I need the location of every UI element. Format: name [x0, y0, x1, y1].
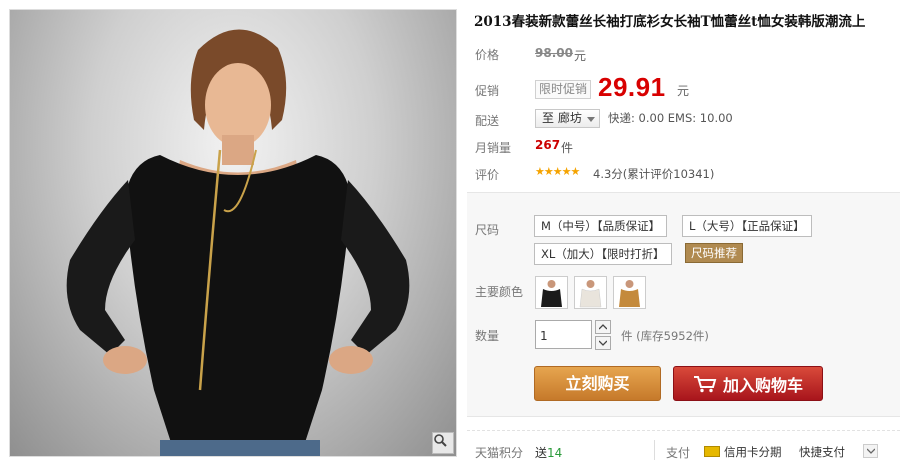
original-price-unit: 元 — [574, 49, 587, 63]
rating-summary-link[interactable]: 4.3分(累计评价10341) — [593, 166, 714, 182]
color-swatch-camel[interactable] — [613, 276, 646, 309]
payment-more-button[interactable] — [863, 444, 878, 458]
size-option-m[interactable]: M（中号）【品质保证】 — [534, 215, 668, 237]
add-to-cart-label: 加入购物车 — [722, 375, 803, 395]
footer-separator — [654, 440, 655, 460]
footer-divider — [467, 430, 900, 431]
original-price: 98.00 — [535, 46, 573, 60]
sales-label: 月销量 — [475, 141, 512, 155]
payment-label: 支付 — [666, 446, 691, 460]
size-option-l[interactable]: L（大号）【正品保证】 — [682, 215, 812, 237]
shipping-fees: 快递: 0.00 EMS: 10.00 — [608, 111, 733, 125]
points-info: 送14 — [535, 446, 563, 460]
promo-price: 29.91 — [598, 72, 666, 102]
product-main-image[interactable] — [9, 9, 457, 457]
quantity-increase-button[interactable] — [595, 320, 611, 334]
size-recommend-button[interactable]: 尺码推荐 — [685, 243, 743, 263]
delivery-location-value: 至 廊坊 — [542, 111, 582, 125]
zoom-icon[interactable] — [432, 432, 454, 454]
add-to-cart-button[interactable]: 加入购物车 — [673, 366, 823, 401]
credit-card-icon — [704, 446, 720, 457]
payment-quick-link[interactable]: 快捷支付 — [799, 444, 845, 460]
promo-label: 促销 — [475, 84, 500, 98]
chevron-down-icon — [866, 448, 875, 454]
model-illustration — [66, 29, 410, 456]
price-label: 价格 — [475, 48, 500, 62]
color-swatch-white[interactable] — [574, 276, 607, 309]
quantity-input[interactable]: 1 — [535, 320, 592, 349]
quantity-label: 数量 — [475, 329, 500, 343]
buy-now-button[interactable]: 立刻购买 — [534, 366, 661, 401]
promo-tag: 限时促销 — [535, 80, 592, 99]
sales-count: 267 — [535, 138, 561, 152]
chevron-up-icon — [599, 324, 607, 330]
color-label: 主要颜色 — [475, 285, 524, 299]
quantity-decrease-button[interactable] — [595, 336, 611, 350]
size-option-xl[interactable]: XL（加大）【限时打折】 — [534, 243, 672, 265]
color-swatch-black[interactable] — [535, 276, 568, 309]
delivery-location-select[interactable]: 至 廊坊 — [535, 109, 600, 128]
chevron-down-icon — [587, 117, 595, 122]
size-label: 尺码 — [475, 223, 500, 237]
chevron-down-icon — [599, 340, 607, 346]
sales-unit: 件 — [561, 141, 574, 155]
promo-price-unit: 元 — [677, 84, 690, 98]
payment-installment-link[interactable]: 信用卡分期 — [724, 444, 782, 460]
product-detail-page: 2013春装新款蕾丝长袖打底衫女长袖T恤蕾丝t恤女装韩版潮流上 价格 98.00… — [0, 0, 900, 463]
rating-label: 评价 — [475, 168, 500, 182]
points-label: 天猫积分 — [475, 446, 524, 460]
delivery-label: 配送 — [475, 114, 500, 128]
cart-icon — [693, 375, 717, 392]
stock-info: 件 (库存5952件) — [621, 329, 709, 343]
product-title: 2013春装新款蕾丝长袖打底衫女长袖T恤蕾丝t恤女装韩版潮流上 — [474, 14, 866, 30]
rating-stars-icon: ★★★★★ — [535, 165, 580, 178]
